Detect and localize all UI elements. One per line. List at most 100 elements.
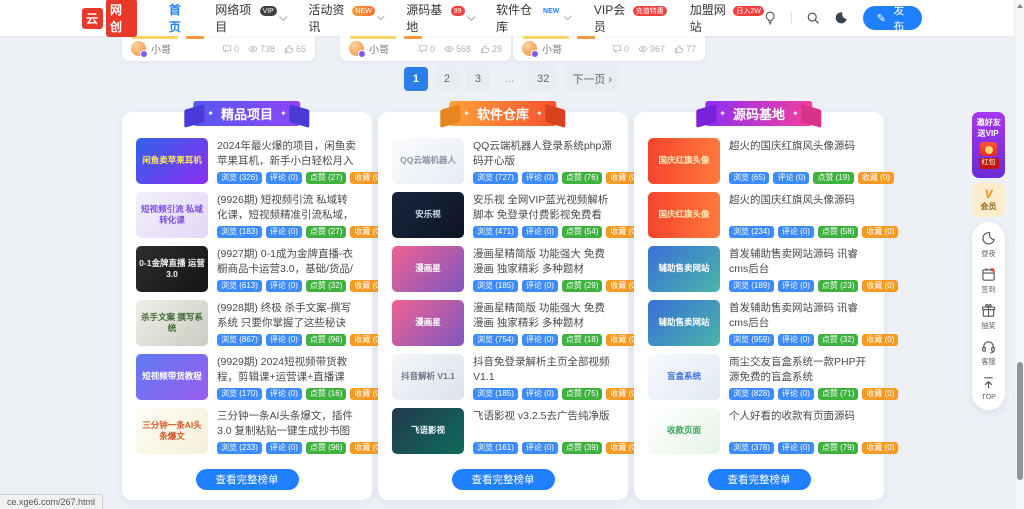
list-item[interactable]: 三分钟一条AI头条爆文三分钟一条AI头条爆文，插件3.0 复制粘贴一键生成抄书图… xyxy=(136,408,358,454)
item-thumbnail: 短视频引流 私域转化课 xyxy=(136,192,208,238)
item-content: (9926期) 短视频引流 私域转化课，短视频精准引流私域，在私域高效转化...… xyxy=(217,192,358,238)
list-item[interactable]: 抖音解析 V1.1抖音免登录解析主页全部视频V1.1浏览 (185)评论 (0)… xyxy=(392,354,614,400)
stat-views: 568 xyxy=(444,44,471,54)
item-content: 超火的国庆红旗风头像源码浏览 (65)评论 (0)点赞 (19)收藏 (0) xyxy=(729,138,870,184)
list-item[interactable]: 漫画星漫画星精简版 功能强大 免费漫画 独家精彩 多种题材浏览 (185)评论 … xyxy=(392,246,614,292)
list-item[interactable]: 短视频引流 私域转化课(9926期) 短视频引流 私域转化课，短视频精准引流私域… xyxy=(136,192,358,238)
column-footer: 查看完整榜单 xyxy=(122,469,372,490)
stat-value: 967 xyxy=(650,44,665,54)
sparkle-icon: ✦ xyxy=(463,109,470,118)
view-full-list-button[interactable]: 查看完整榜单 xyxy=(452,469,555,490)
scrollbar-thumb[interactable] xyxy=(1017,362,1023,480)
stat-value: 0 xyxy=(624,44,629,54)
comments-badge: 评论 (0) xyxy=(266,280,302,292)
item-thumbnail: 闲鱼卖苹果耳机 xyxy=(136,138,208,184)
item-content: 首发辅助售卖网站源码 讯睿cms后台浏览 (189)评论 (0)点赞 (23)收… xyxy=(729,246,870,292)
chevron-down-icon xyxy=(279,13,287,21)
nav-item-4[interactable]: 软件仓库NEW xyxy=(496,0,570,36)
thumbnail-caption: 闲鱼卖苹果耳机 xyxy=(142,155,202,166)
nav-item-0[interactable]: 首页 xyxy=(169,0,191,36)
top-icon xyxy=(981,375,996,390)
item-thumbnail: 辅助售卖网站 xyxy=(648,246,720,292)
item-badges: 浏览 (185)评论 (0)点赞 (29)收藏 (0) xyxy=(473,280,614,292)
tool-moon[interactable]: 昼夜 xyxy=(981,231,996,259)
likes-badge: 点赞 (76) xyxy=(562,172,602,184)
nav-item-6[interactable]: 加盟网站日入2W xyxy=(690,0,763,36)
list-item[interactable]: 安乐视安乐视 全网VIP蓝光视频解析脚本 免登录付费影视免费看浏览 (471)评… xyxy=(392,192,614,238)
dark-mode-moon-icon[interactable] xyxy=(834,10,848,26)
list-item[interactable]: 短视频带货教程(9929期) 2024短视频带货教程，剪辑课+运营课+直播课+拍… xyxy=(136,354,358,400)
list-item[interactable]: 漫画星漫画星精简版 功能强大 免费漫画 独家精彩 多种题材浏览 (754)评论 … xyxy=(392,300,614,346)
list-item[interactable]: 盲盒系统雨尘交友盲盒系统一款PHP开源免费的盲盒系统浏览 (828)评论 (0)… xyxy=(648,354,870,400)
cut-badge-strip xyxy=(577,36,595,39)
item-title: (9927期) 0-1成为金牌直播-衣橱商品卡运营3.0，基础/货品/场景/话术… xyxy=(217,247,358,276)
thumbnail-caption: 辅助售卖网站 xyxy=(658,317,709,328)
item-list: 闲鱼卖苹果耳机2024年最火爆的项目，闲鱼卖苹果耳机，新手小白轻松月入2W+简单… xyxy=(122,112,372,454)
post-card-partial[interactable]: 小哥096777 xyxy=(513,36,705,61)
post-card-partial[interactable]: 小哥056829 xyxy=(340,36,511,61)
invite-friends-banner[interactable]: 邀好友 送VIP 红包 xyxy=(972,112,1005,178)
list-item[interactable]: 辅助售卖网站首发辅助售卖网站源码 讯睿cms后台浏览 (959)评论 (0)点赞… xyxy=(648,300,870,346)
item-content: 个人好看的收款有页面源码浏览 (378)评论 (0)点赞 (79)收藏 (0) xyxy=(729,408,870,454)
view-full-list-button[interactable]: 查看完整榜单 xyxy=(708,469,811,490)
list-item[interactable]: 辅助售卖网站首发辅助售卖网站源码 讯睿cms后台浏览 (189)评论 (0)点赞… xyxy=(648,246,870,292)
tool-top[interactable]: TOP xyxy=(981,375,996,401)
stat-comments: 0 xyxy=(612,44,629,54)
scrollbar[interactable] xyxy=(1014,0,1024,509)
nav-item-label: 源码基地 xyxy=(406,1,450,35)
comments-badge: 评论 (0) xyxy=(778,442,814,454)
item-content: 安乐视 全网VIP蓝光视频解析脚本 免登录付费影视免费看浏览 (471)评论 (… xyxy=(473,192,614,238)
list-item[interactable]: 国庆红旗头像超火的国庆红旗风头像源码浏览 (65)评论 (0)点赞 (19)收藏… xyxy=(648,138,870,184)
vip-member-entry[interactable]: V 会员 xyxy=(972,183,1005,217)
nav-item-5[interactable]: VIP会员充值特惠 xyxy=(594,0,666,36)
publish-button[interactable]: ✎ 发布 xyxy=(863,6,922,30)
item-content: 飞语影视 v3.2.5去广告纯净版浏览 (161)评论 (0)点赞 (39)收藏… xyxy=(473,408,614,454)
list-item[interactable]: 杀手文案 撰写系统 (9928期) 终极 杀手文案-撰写系统 只要你掌握了这些秘诀… xyxy=(136,300,358,346)
page-button[interactable]: 1 xyxy=(404,67,428,91)
page-button[interactable]: 32 xyxy=(529,67,557,91)
thumbnail-caption: 杀手文案 撰写系统 xyxy=(139,312,205,335)
avatar xyxy=(131,41,146,56)
item-badges: 浏览 (727)评论 (0)点赞 (76)收藏 (0) xyxy=(473,172,614,184)
tool-label: 客服 xyxy=(981,356,995,366)
scroll-up-arrow-icon[interactable] xyxy=(1017,4,1023,8)
list-item[interactable]: 国庆红旗头像超火的国庆红旗风头像源码浏览 (234)评论 (0)点赞 (58)收… xyxy=(648,192,870,238)
tool-headset[interactable]: 客服 xyxy=(981,339,996,367)
tool-label: 昼夜 xyxy=(981,248,995,258)
lamp-icon[interactable] xyxy=(763,10,777,26)
nav-item-1[interactable]: 网络项目VIP xyxy=(215,0,284,36)
item-badges: 浏览 (185)评论 (0)点赞 (75)收藏 (0) xyxy=(473,388,614,400)
site-logo[interactable]: 云 网创 xyxy=(82,0,137,37)
nav-item-3[interactable]: 源码基地99 xyxy=(406,0,472,36)
item-thumbnail: 抖音解析 V1.1 xyxy=(392,354,464,400)
tool-calendar[interactable]: 签到 xyxy=(981,267,996,295)
tool-label: TOP xyxy=(981,392,996,401)
ranking-column-2: ✦源码基地✦国庆红旗头像超火的国庆红旗风头像源码浏览 (65)评论 (0)点赞 … xyxy=(634,112,884,500)
item-title: 漫画星精简版 功能强大 免费漫画 独家精彩 多种题材 xyxy=(473,247,614,276)
view-full-list-button[interactable]: 查看完整榜单 xyxy=(196,469,299,490)
views-badge: 浏览 (185) xyxy=(473,388,518,400)
views-badge: 浏览 (170) xyxy=(217,388,262,400)
page-button[interactable]: 3 xyxy=(466,67,490,91)
page-button[interactable]: 2 xyxy=(435,67,459,91)
search-icon[interactable] xyxy=(806,10,820,26)
item-content: QQ云端机器人登录系统php源码开心版浏览 (727)评论 (0)点赞 (76)… xyxy=(473,138,614,184)
list-item[interactable]: 0-1金牌直播 运营3.0 (9927期) 0-1成为金牌直播-衣橱商品卡运营3.… xyxy=(136,246,358,292)
next-page-button[interactable]: 下一页 › xyxy=(564,67,620,91)
item-title: 超火的国庆红旗风头像源码 xyxy=(729,139,870,168)
item-badges: 浏览 (234)评论 (0)点赞 (58)收藏 (0) xyxy=(729,226,870,238)
nav-badge: 日入2W xyxy=(733,6,764,16)
nav-item-2[interactable]: 活动资讯NEW xyxy=(308,0,382,36)
list-item[interactable]: 收款页面个人好看的收款有页面源码浏览 (378)评论 (0)点赞 (79)收藏 … xyxy=(648,408,870,454)
list-item[interactable]: QQ云端机器人QQ云端机器人登录系统php源码开心版浏览 (727)评论 (0)… xyxy=(392,138,614,184)
list-item[interactable]: 飞语影视飞语影视 v3.2.5去广告纯净版浏览 (161)评论 (0)点赞 (3… xyxy=(392,408,614,454)
thumbnail-caption: 0-1金牌直播 运营3.0 xyxy=(139,258,205,281)
item-content: (9928期) 终极 杀手文案-撰写系统 只要你掌握了这些秘诀 你可以在沙漠里.… xyxy=(217,300,358,346)
nav-item-label: 活动资讯 xyxy=(308,1,351,35)
list-item[interactable]: 闲鱼卖苹果耳机2024年最火爆的项目，闲鱼卖苹果耳机，新手小白轻松月入2W+简单… xyxy=(136,138,358,184)
tool-gift[interactable]: 抽奖 xyxy=(981,303,996,331)
views-badge: 浏览 (378) xyxy=(729,442,774,454)
thumbnail-caption: 国庆红旗头像 xyxy=(658,209,709,220)
post-card-partial[interactable]: 小哥073865 xyxy=(122,36,315,61)
favs-badge: 收藏 (0) xyxy=(862,388,898,400)
